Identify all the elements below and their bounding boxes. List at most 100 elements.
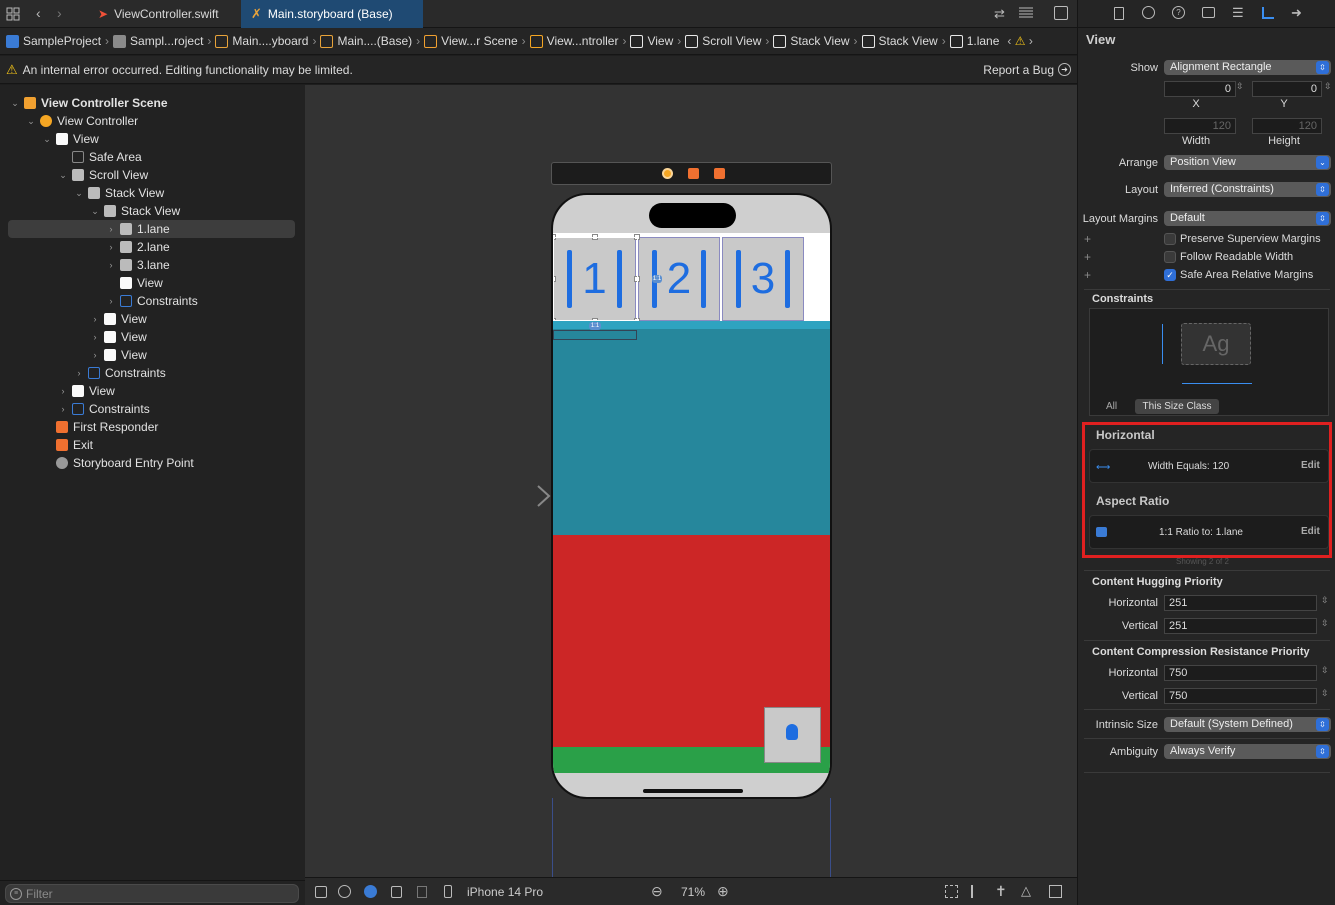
aspect-constraint-row[interactable]: 1:1 Ratio to: 1.lane Edit <box>1089 515 1329 549</box>
disclosure-chevron-icon[interactable]: › <box>106 224 116 234</box>
outline-row[interactable]: › Constraints <box>0 292 295 310</box>
history-icon[interactable] <box>1142 6 1155 19</box>
preserve-margins-checkbox[interactable] <box>1164 233 1176 245</box>
readable-width-checkbox[interactable] <box>1164 251 1176 263</box>
disclosure-chevron-icon[interactable]: › <box>58 386 68 396</box>
outline-row[interactable]: › View <box>0 346 295 364</box>
add-variation-icon[interactable]: + <box>1084 268 1091 282</box>
teal-view[interactable] <box>553 329 830 535</box>
layout-popup[interactable]: Inferred (Constraints) ⇳ <box>1164 182 1331 197</box>
show-popup[interactable]: Alignment Rectangle ⇳ <box>1164 60 1331 75</box>
outline-row[interactable]: ⌄ Stack View <box>0 202 295 220</box>
attributes-icon[interactable]: ☰ <box>1232 5 1244 21</box>
disclosure-chevron-icon[interactable]: › <box>90 314 100 324</box>
filter-field[interactable]: ≡ Filter <box>5 884 299 903</box>
disclosure-chevron-icon[interactable]: › <box>90 332 100 342</box>
outline-row[interactable]: ⌄ Stack View <box>0 184 295 202</box>
disclosure-chevron-icon[interactable]: › <box>106 296 116 306</box>
disclosure-chevron-icon[interactable]: ⌄ <box>90 206 100 217</box>
resolve-issues-icon[interactable]: △ <box>1021 883 1031 899</box>
hug-horizontal-field[interactable]: 251 <box>1164 595 1317 611</box>
outline-row[interactable]: › 3.lane <box>0 256 295 274</box>
lane-view-3[interactable]: 3 <box>722 237 804 321</box>
intrinsic-size-popup[interactable]: Default (System Defined) ⇳ <box>1164 717 1331 732</box>
breadcrumb-item[interactable]: View <box>630 34 673 48</box>
breadcrumb-item[interactable]: SampleProject <box>6 34 101 48</box>
related-items-icon[interactable]: ⇄ <box>994 6 1005 22</box>
hug-v-stepper-icon[interactable]: ⇳ <box>1321 618 1329 629</box>
forward-arrow-icon[interactable]: › <box>57 5 62 21</box>
segment-all[interactable]: All <box>1106 401 1117 412</box>
disclosure-chevron-icon[interactable]: › <box>106 242 116 252</box>
accessibility-icon[interactable] <box>338 885 351 898</box>
outline-row[interactable]: › Constraints <box>0 400 295 418</box>
y-field[interactable]: 0 <box>1252 81 1322 97</box>
disclosure-chevron-icon[interactable]: › <box>90 350 100 360</box>
identity-icon[interactable] <box>1202 7 1215 18</box>
disclosure-chevron-icon[interactable]: ⌄ <box>10 98 20 109</box>
outline-row[interactable]: ⌄ View Controller <box>0 112 295 130</box>
res-vertical-field[interactable]: 750 <box>1164 688 1317 704</box>
outline-row[interactable]: › View <box>0 382 295 400</box>
breadcrumb-item[interactable]: Main....yboard <box>215 34 308 48</box>
zoom-in-icon[interactable]: ⊕ <box>717 883 729 900</box>
orientation-icon[interactable] <box>391 886 402 898</box>
disclosure-chevron-icon[interactable]: ⌄ <box>26 116 36 127</box>
edit-width-button[interactable]: Edit <box>1301 460 1320 471</box>
editor-options-icon[interactable] <box>1018 6 1034 20</box>
ambiguity-popup[interactable]: Always Verify ⇳ <box>1164 744 1331 759</box>
res-horizontal-field[interactable]: 750 <box>1164 665 1317 681</box>
split-editor-icon[interactable] <box>1054 6 1068 20</box>
hug-h-stepper-icon[interactable]: ⇳ <box>1321 595 1329 606</box>
add-variation-icon[interactable]: + <box>1084 232 1091 246</box>
outline-row[interactable]: ⌄ Scroll View <box>0 166 295 184</box>
embed-in-icon[interactable] <box>1049 885 1062 898</box>
breadcrumb-item[interactable]: View...ntroller <box>529 34 618 48</box>
outline-row[interactable]: ⌄ View <box>0 130 295 148</box>
arrange-popup[interactable]: Position View ⌄ <box>1164 155 1331 170</box>
back-arrow-icon[interactable]: ‹ <box>36 5 41 21</box>
breadcrumb-item[interactable]: Scroll View <box>685 34 761 48</box>
breadcrumb-item[interactable]: 1.lane <box>949 34 999 48</box>
breadcrumb-item[interactable]: Stack View <box>861 34 938 48</box>
disclosure-chevron-icon[interactable]: › <box>106 260 116 270</box>
file-inspector-icon[interactable] <box>1114 7 1124 20</box>
entry-point-arrow[interactable] <box>480 485 552 507</box>
align-icon[interactable] <box>971 885 984 898</box>
outline-toggle-icon[interactable] <box>315 886 327 898</box>
device-config-icon[interactable] <box>417 886 427 898</box>
device-name[interactable]: iPhone 14 Pro <box>467 885 543 899</box>
safe-area-margins-checkbox[interactable]: ✓ <box>1164 269 1176 281</box>
help-icon[interactable]: ? <box>1172 6 1185 19</box>
size-inspector-icon[interactable] <box>1262 7 1274 19</box>
disclosure-chevron-icon[interactable]: › <box>58 404 68 414</box>
report-arrow-icon[interactable]: ➜ <box>1058 63 1071 76</box>
update-frames-icon[interactable] <box>945 885 958 898</box>
outline-row[interactable]: › Constraints <box>0 364 295 382</box>
grid-icon[interactable] <box>6 7 20 21</box>
add-constraints-icon[interactable]: ✝ <box>995 883 1007 900</box>
width-constraint-row[interactable]: ⟷ Width Equals: 120 Edit <box>1089 449 1329 483</box>
hug-vertical-field[interactable]: 251 <box>1164 618 1317 634</box>
lane-view-2[interactable]: 2 <box>638 237 720 321</box>
breadcrumb-item[interactable]: Main....(Base) <box>320 34 412 48</box>
outline-row[interactable]: Storyboard Entry Point <box>0 454 295 472</box>
outline-row[interactable]: › View <box>0 328 295 346</box>
x-stepper-icon[interactable]: ⇳ <box>1236 81 1244 92</box>
breadcrumb-item[interactable]: Sampl...roject <box>113 34 203 48</box>
outline-row[interactable]: Safe Area <box>0 148 295 166</box>
exit-dock-icon[interactable] <box>714 168 725 179</box>
y-stepper-icon[interactable]: ⇳ <box>1324 81 1332 92</box>
tab-main-storyboard[interactable]: ✗ Main.storyboard (Base) <box>241 0 423 28</box>
disclosure-chevron-icon[interactable]: ⌄ <box>74 188 84 199</box>
report-bug-link[interactable]: Report a Bug <box>983 63 1054 77</box>
appearance-icon[interactable] <box>364 885 377 898</box>
issue-nav[interactable]: ‹ ⚠ › <box>1007 34 1032 48</box>
outline-row[interactable]: › View <box>0 310 295 328</box>
outline-row[interactable]: › 2.lane <box>0 238 295 256</box>
ratio-badge-top[interactable]: 1:1 <box>652 275 662 283</box>
zoom-out-icon[interactable]: ⊖ <box>651 883 663 900</box>
tab-viewcontroller[interactable]: ➤ ViewController.swift <box>88 0 240 28</box>
disclosure-chevron-icon[interactable]: ⌄ <box>58 170 68 181</box>
disclosure-chevron-icon[interactable]: ⌄ <box>42 134 52 145</box>
